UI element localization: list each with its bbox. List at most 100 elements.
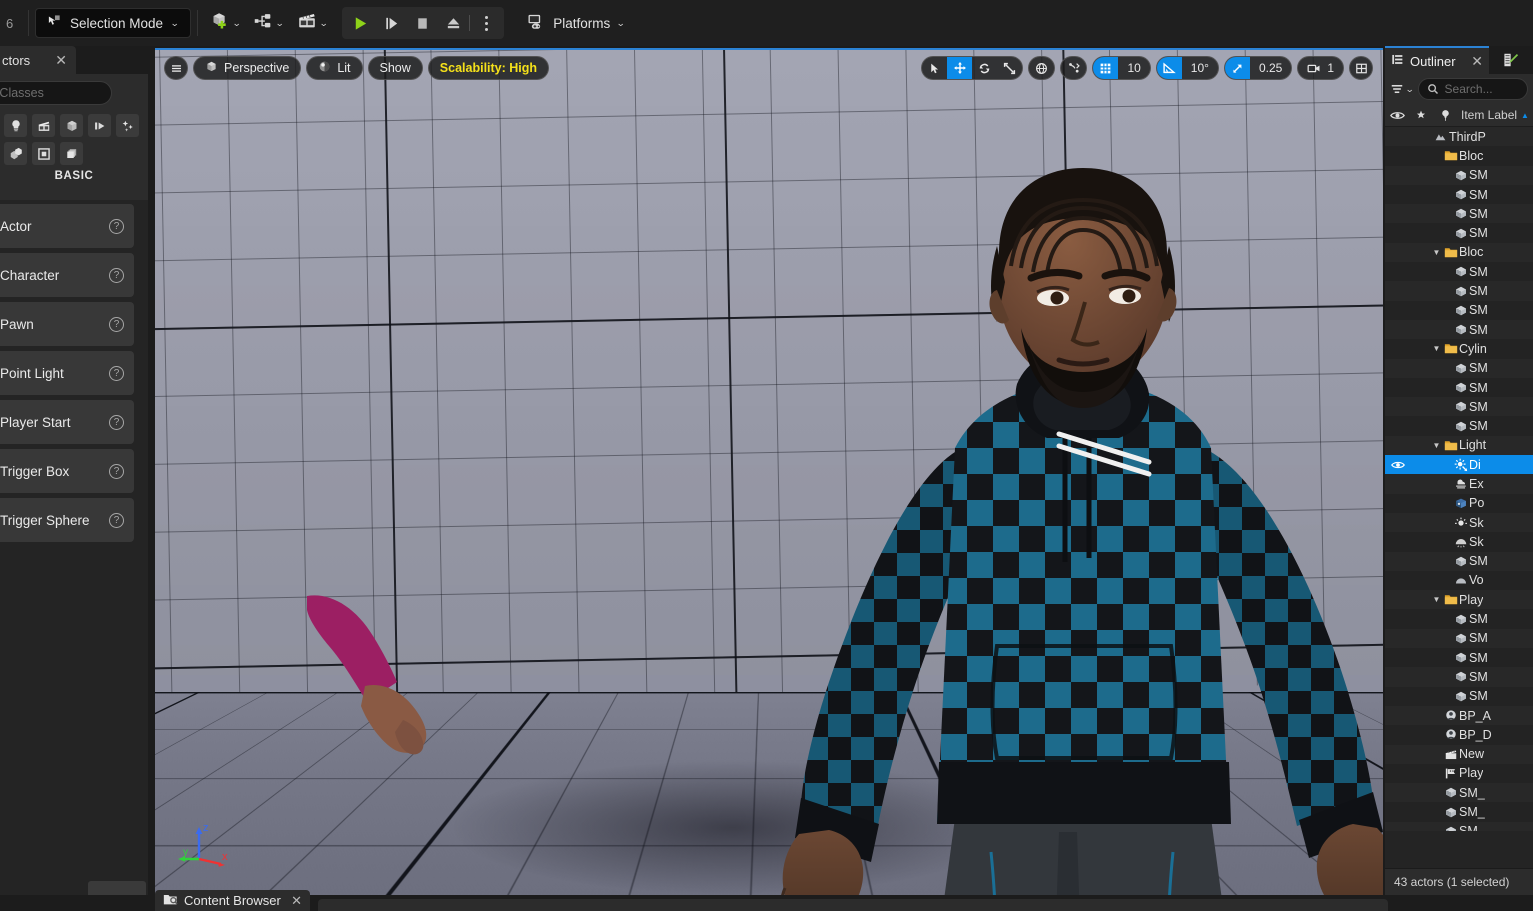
- skip-button[interactable]: [376, 9, 406, 37]
- outliner-row[interactable]: ▼Play: [1385, 590, 1533, 609]
- row-visibility-toggle[interactable]: [1385, 460, 1411, 470]
- outliner-row[interactable]: SM: [1385, 416, 1533, 435]
- tab-outliner[interactable]: Outliner ✕: [1385, 46, 1489, 74]
- outliner-row[interactable]: Bloc: [1385, 146, 1533, 165]
- stop-button[interactable]: [407, 9, 437, 37]
- tab-details[interactable]: [1489, 46, 1533, 74]
- place-actors-search-input[interactable]: h Classes: [0, 81, 112, 105]
- outliner-row[interactable]: SM: [1385, 687, 1533, 706]
- outliner-row[interactable]: Sk: [1385, 513, 1533, 532]
- world-space-button[interactable]: [1029, 57, 1054, 79]
- outliner-row[interactable]: Di: [1385, 455, 1533, 474]
- visual-effects-category[interactable]: [88, 114, 111, 137]
- selection-mode-button[interactable]: Selection Mode ⌄: [35, 8, 191, 38]
- outliner-row[interactable]: Sk: [1385, 532, 1533, 551]
- outliner-row[interactable]: SM: [1385, 667, 1533, 686]
- cinematics-button[interactable]: ⌄: [291, 7, 333, 39]
- column-pin-header[interactable]: [1433, 104, 1457, 126]
- outliner-row[interactable]: SM: [1385, 262, 1533, 281]
- outliner-row[interactable]: SM: [1385, 552, 1533, 571]
- outliner-row[interactable]: Play: [1385, 764, 1533, 783]
- outliner-row[interactable]: SM: [1385, 648, 1533, 667]
- help-icon[interactable]: ?: [109, 268, 124, 283]
- play-more-options-button[interactable]: [471, 9, 501, 37]
- rotate-tool-button[interactable]: [972, 57, 997, 79]
- outliner-row[interactable]: SM: [1385, 378, 1533, 397]
- cinematic-category[interactable]: [32, 114, 55, 137]
- camera-speed-control[interactable]: 1: [1298, 57, 1343, 79]
- character-mesh[interactable]: [759, 162, 1383, 895]
- scale-snap-value[interactable]: 0.25: [1250, 57, 1291, 79]
- outliner-row[interactable]: SM_: [1385, 802, 1533, 821]
- column-favorite-header[interactable]: [1409, 104, 1433, 126]
- close-icon[interactable]: ✕: [1471, 53, 1483, 70]
- basic-category[interactable]: [60, 114, 83, 137]
- viewport-camera-mode-button[interactable]: Perspective: [193, 56, 301, 80]
- row-expand-twisty[interactable]: ▼: [1431, 248, 1442, 257]
- scale-tool-button[interactable]: [997, 57, 1022, 79]
- platforms-button[interactable]: Platforms ⌄: [516, 7, 635, 39]
- viewport-layout-button[interactable]: [1349, 56, 1373, 80]
- help-icon[interactable]: ?: [109, 219, 124, 234]
- row-expand-twisty[interactable]: ▼: [1431, 595, 1442, 604]
- outliner-row[interactable]: SM: [1385, 397, 1533, 416]
- content-browser-panel[interactable]: [318, 899, 1388, 911]
- select-tool-button[interactable]: [922, 57, 947, 79]
- level-viewport[interactable]: Perspective Lit Show Scalability: High: [155, 48, 1383, 895]
- volumes-category[interactable]: [32, 142, 55, 165]
- all-classes-category[interactable]: [60, 142, 83, 165]
- place-item-trigger-box[interactable]: Trigger Box ?: [0, 449, 134, 493]
- left-footer-tab[interactable]: [88, 881, 146, 895]
- outliner-row[interactable]: ▼Bloc: [1385, 243, 1533, 262]
- outliner-row[interactable]: ThirdP: [1385, 127, 1533, 146]
- outliner-search-input[interactable]: Search...: [1418, 78, 1528, 100]
- outliner-row[interactable]: Ex: [1385, 474, 1533, 493]
- angle-snap-value[interactable]: 10°: [1182, 57, 1218, 79]
- row-expand-twisty[interactable]: ▼: [1431, 344, 1442, 353]
- outliner-row[interactable]: SM: [1385, 629, 1533, 648]
- viewport-scalability-button[interactable]: Scalability: High: [428, 56, 549, 80]
- help-icon[interactable]: ?: [109, 464, 124, 479]
- outliner-row[interactable]: ▼Cylin: [1385, 339, 1533, 358]
- lights-category[interactable]: [4, 114, 27, 137]
- outliner-row[interactable]: Po: [1385, 494, 1533, 513]
- help-icon[interactable]: ?: [109, 317, 124, 332]
- outliner-row[interactable]: SM: [1385, 301, 1533, 320]
- outliner-row[interactable]: SM: [1385, 359, 1533, 378]
- translate-tool-button[interactable]: [947, 57, 972, 79]
- vfx-category[interactable]: [116, 114, 139, 137]
- geometry-category[interactable]: [4, 142, 27, 165]
- help-icon[interactable]: ?: [109, 513, 124, 528]
- column-visibility-header[interactable]: [1385, 104, 1409, 126]
- blueprints-button[interactable]: ⌄: [247, 7, 289, 39]
- outliner-row[interactable]: SM: [1385, 281, 1533, 300]
- eject-button[interactable]: [438, 9, 468, 37]
- outliner-row[interactable]: SM: [1385, 609, 1533, 628]
- grid-snap-value[interactable]: 10: [1118, 57, 1149, 79]
- outliner-row[interactable]: BP_D: [1385, 725, 1533, 744]
- place-item-point-light[interactable]: Point Light ?: [0, 351, 134, 395]
- outliner-row[interactable]: ▼Light: [1385, 436, 1533, 455]
- close-icon[interactable]: ✕: [291, 893, 302, 909]
- outliner-tree[interactable]: ThirdPBlocSMSMSMSM▼BlocSMSMSMSM▼CylinSMS…: [1385, 127, 1533, 831]
- outliner-row[interactable]: New: [1385, 745, 1533, 764]
- column-item-label-header[interactable]: Item Label ▲: [1457, 108, 1533, 122]
- outliner-row[interactable]: SM: [1385, 166, 1533, 185]
- place-item-actor[interactable]: Actor ?: [0, 204, 134, 248]
- grid-snap-toggle[interactable]: [1093, 57, 1118, 79]
- viewport-3d-scene[interactable]: [155, 50, 1383, 895]
- place-item-trigger-sphere[interactable]: Trigger Sphere ?: [0, 498, 134, 542]
- tab-content-browser[interactable]: Content Browser ✕: [155, 890, 310, 911]
- viewport-menu-button[interactable]: [164, 56, 188, 80]
- place-item-pawn[interactable]: Pawn ?: [0, 302, 134, 346]
- outliner-row[interactable]: SM: [1385, 223, 1533, 242]
- viewport-show-menu-button[interactable]: Show: [368, 56, 423, 80]
- outliner-row[interactable]: SM: [1385, 185, 1533, 204]
- surface-snap-button[interactable]: [1061, 57, 1086, 79]
- outliner-row[interactable]: BP_A: [1385, 706, 1533, 725]
- outliner-row[interactable]: SM: [1385, 320, 1533, 339]
- help-icon[interactable]: ?: [109, 415, 124, 430]
- play-button[interactable]: [345, 9, 375, 37]
- outliner-row[interactable]: SM: [1385, 204, 1533, 223]
- row-expand-twisty[interactable]: ▼: [1431, 441, 1442, 450]
